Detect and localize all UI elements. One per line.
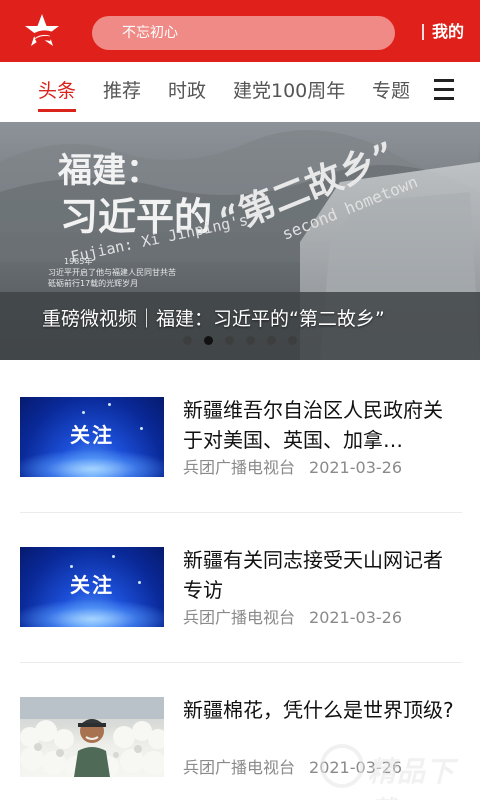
carousel-dot[interactable]: [204, 336, 213, 345]
top-header: 不忘初心 我的: [0, 0, 480, 62]
news-date: 2021-03-26: [309, 608, 402, 627]
carousel-dot[interactable]: [246, 336, 255, 345]
news-title[interactable]: 新疆棉花，凭什么是世界顶级?: [183, 695, 459, 725]
header-divider: [422, 24, 424, 40]
news-source: 兵团广播电视台: [183, 608, 296, 627]
thumbnail-caption: 关注: [70, 423, 114, 447]
news-item[interactable]: 关注 新疆有关同志接受天山网记者专访 兵团广播电视台 2021-03-26: [0, 520, 480, 670]
category-tab-bar: 头条 推荐 时政 建党100周年 专题: [0, 62, 480, 120]
watermark-logo-icon: [320, 744, 364, 788]
banner-caption[interactable]: 重磅微视频｜福建：习近平的“第二故乡”: [42, 306, 385, 332]
banner-note-line1: 习近平开启了他与福建人民同甘共苦: [48, 267, 176, 277]
tab-headlines[interactable]: 头条: [38, 78, 76, 104]
cotton-farmer-photo: [20, 697, 164, 777]
search-input[interactable]: 不忘初心: [92, 16, 395, 50]
news-title[interactable]: 新疆有关同志接受天山网记者专访: [183, 545, 459, 605]
tab-recommend[interactable]: 推荐: [103, 78, 141, 104]
thumbnail-caption: 关注: [70, 573, 114, 597]
list-divider: [20, 512, 462, 513]
news-meta: 兵团广播电视台 2021-03-26: [183, 608, 402, 628]
active-tab-indicator: [38, 109, 76, 112]
my-profile-button[interactable]: 我的: [432, 20, 464, 44]
tab-special[interactable]: 专题: [372, 78, 410, 104]
carousel-dot[interactable]: [183, 336, 192, 345]
carousel-dot[interactable]: [225, 336, 234, 345]
news-thumbnail: [20, 697, 164, 777]
banner-note-year: 1985年: [64, 256, 92, 266]
news-meta: 兵团广播电视台 2021-03-26: [183, 458, 402, 478]
banner-title-line1: 福建：: [57, 151, 160, 191]
carousel-dot[interactable]: [288, 336, 297, 345]
site-watermark: 精品下载: [316, 742, 476, 800]
tab-politics[interactable]: 时政: [168, 78, 206, 104]
news-item[interactable]: 关注 新疆维吾尔自治区人民政府关于对美国、英国、加拿… 兵团广播电视台 2021-…: [0, 370, 480, 520]
news-source: 兵团广播电视台: [183, 458, 296, 477]
tab-party-centennial[interactable]: 建党100周年: [233, 78, 345, 104]
news-source: 兵团广播电视台: [183, 758, 296, 777]
news-thumbnail: 关注: [20, 547, 164, 627]
hamburger-menu-icon[interactable]: [434, 79, 456, 101]
star-flag-logo-icon[interactable]: [22, 12, 62, 50]
news-title[interactable]: 新疆维吾尔自治区人民政府关于对美国、英国、加拿…: [183, 395, 459, 455]
carousel-dot[interactable]: [267, 336, 276, 345]
news-date: 2021-03-26: [309, 458, 402, 477]
banner-note-line2: 砥砺前行17载的光辉岁月: [48, 278, 138, 288]
list-divider: [20, 662, 462, 663]
watermark-text: 精品下载: [368, 755, 456, 800]
news-thumbnail: 关注: [20, 397, 164, 477]
search-placeholder: 不忘初心: [122, 25, 178, 41]
